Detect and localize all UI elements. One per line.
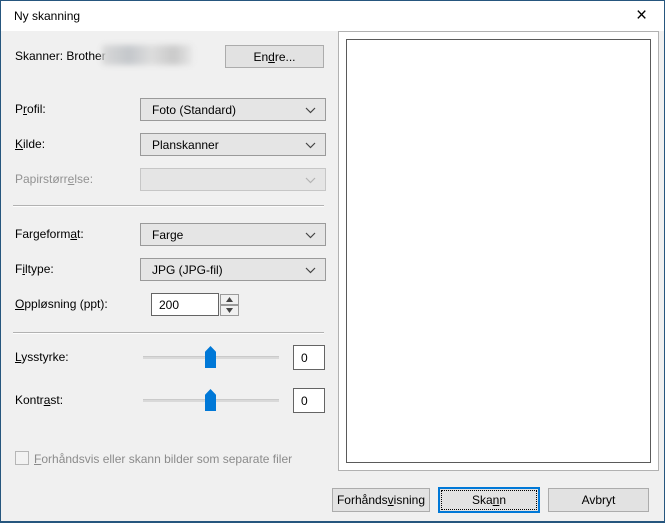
resolution-spin-down-button[interactable] (220, 305, 239, 316)
separate-files-label: Forhåndsvis eller skann bilder som separ… (34, 452, 292, 467)
brightness-label: Lysstyrke: (15, 350, 69, 365)
file-type-value: JPG (JPG-fil) (152, 263, 223, 277)
new-scan-dialog: Ny skanning × Skanner: Brother Endre... … (0, 0, 665, 523)
chevron-down-icon (305, 232, 316, 239)
arrow-down-icon (226, 308, 233, 313)
chevron-down-icon (305, 142, 316, 149)
file-type-select[interactable]: JPG (JPG-fil) (140, 258, 326, 281)
change-scanner-button[interactable]: Endre... (225, 45, 324, 68)
profile-label: Profil: (15, 102, 46, 117)
preview-pane (338, 31, 659, 471)
resolution-spin-up-button[interactable] (220, 294, 239, 305)
source-value: Planskanner (152, 138, 219, 152)
contrast-slider-thumb[interactable] (205, 389, 216, 411)
chevron-down-icon (305, 177, 316, 184)
dialog-title: Ny skanning (14, 9, 80, 23)
preview-button[interactable]: Forhåndsvisning (332, 488, 430, 512)
title-bar: Ny skanning × (1, 1, 664, 31)
profile-value: Foto (Standard) (152, 103, 236, 117)
chevron-down-icon (305, 107, 316, 114)
preview-page (346, 39, 651, 463)
redacted-scanner-name (102, 45, 192, 65)
arrow-up-icon (226, 297, 233, 302)
brightness-value-input[interactable] (293, 345, 325, 370)
color-format-select[interactable]: Farge (140, 223, 326, 246)
scan-button[interactable]: Skann (438, 487, 540, 513)
resolution-label: Oppløsning (ppt): (15, 297, 108, 312)
separator (13, 332, 324, 334)
brightness-slider-thumb[interactable] (205, 346, 216, 368)
cancel-button[interactable]: Avbryt (548, 488, 649, 512)
scanner-label: Skanner: Brother (15, 49, 106, 64)
contrast-label: Kontrast: (15, 393, 63, 408)
chevron-down-icon (305, 267, 316, 274)
profile-select[interactable]: Foto (Standard) (140, 98, 326, 121)
color-format-label: Fargeformat: (15, 227, 84, 242)
close-icon[interactable]: × (619, 1, 664, 30)
color-format-value: Farge (152, 228, 183, 242)
separate-files-checkbox (15, 451, 29, 465)
resolution-input[interactable] (151, 293, 219, 316)
paper-size-select (140, 168, 326, 191)
source-label: Kilde: (15, 137, 45, 152)
paper-size-label: Papirstørrelse: (15, 172, 93, 187)
source-select[interactable]: Planskanner (140, 133, 326, 156)
separator (13, 205, 324, 207)
contrast-value-input[interactable] (293, 388, 325, 413)
file-type-label: Filtype: (15, 262, 54, 277)
